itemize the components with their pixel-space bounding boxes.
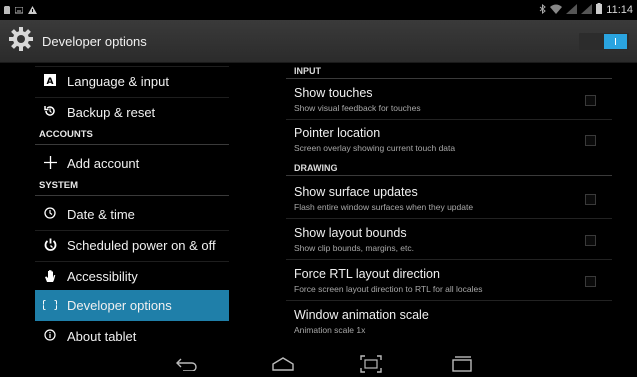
status-icons-left xyxy=(4,1,37,19)
header-item-label: Developer options xyxy=(67,298,172,313)
clock-icon xyxy=(41,207,59,222)
bluetooth-icon xyxy=(539,1,547,19)
settings-gear-icon[interactable] xyxy=(8,26,34,57)
pref-summary: Animation scale 1x xyxy=(294,325,366,335)
signal-icon xyxy=(581,1,593,19)
header-item-date-time[interactable]: Date & time xyxy=(35,199,229,230)
braces-icon: { } xyxy=(40,298,60,313)
screenshot-icon[interactable] xyxy=(356,353,386,375)
pref-title: Force RTL layout direction xyxy=(294,267,440,281)
back-icon[interactable] xyxy=(172,353,202,375)
developer-options-list: INPUT Show touches Show visual feedback … xyxy=(286,63,612,350)
pref-summary: Screen overlay showing current touch dat… xyxy=(294,143,456,153)
warning-icon xyxy=(28,1,37,19)
clock-time: 11:14 xyxy=(606,4,633,16)
pref-summary: Flash entire window surfaces when they u… xyxy=(294,202,474,212)
force-rtl-checkbox[interactable] xyxy=(585,276,596,287)
header-item-scheduled-power[interactable]: Scheduled power on & off xyxy=(35,230,229,261)
pref-summary: Show clip bounds, margins, etc. xyxy=(294,243,415,253)
pref-show-touches[interactable]: Show touches Show visual feedback for to… xyxy=(286,80,612,120)
settings-headers-list: A Language & input Backup & reset ACCOUN… xyxy=(0,63,234,350)
info-icon xyxy=(41,329,59,344)
header-item-language[interactable]: A Language & input xyxy=(35,66,229,97)
backup-icon xyxy=(41,105,59,120)
section-header-input: INPUT xyxy=(286,63,612,79)
status-bar: 11:14 xyxy=(0,0,637,20)
developer-options-toggle[interactable] xyxy=(579,33,629,50)
language-icon: A xyxy=(41,74,59,89)
section-header-accounts: ACCOUNTS xyxy=(35,125,229,145)
sd-card-icon xyxy=(4,1,10,19)
navigation-bar xyxy=(0,350,637,377)
svg-text:A: A xyxy=(47,77,54,86)
pref-show-layout-bounds[interactable]: Show layout bounds Show clip bounds, mar… xyxy=(286,220,612,260)
pref-force-rtl[interactable]: Force RTL layout direction Force screen … xyxy=(286,261,612,301)
pref-title: Show surface updates xyxy=(294,185,418,199)
section-header-drawing: DRAWING xyxy=(286,160,612,176)
keyboard-icon xyxy=(14,1,24,19)
header-item-label: Accessibility xyxy=(67,269,138,284)
header-item-label: Language & input xyxy=(67,74,169,89)
header-item-add-account[interactable]: Add account xyxy=(35,148,229,179)
power-schedule-icon xyxy=(41,238,59,254)
toggle-thumb xyxy=(604,34,627,49)
header-item-label: Scheduled power on & off xyxy=(67,238,216,253)
pointer-location-checkbox[interactable] xyxy=(585,135,596,146)
page-title: Developer options xyxy=(42,33,147,49)
header-item-label: Add account xyxy=(67,156,140,171)
show-touches-checkbox[interactable] xyxy=(585,95,596,106)
recent-apps-icon[interactable] xyxy=(447,353,477,375)
pref-title: Show touches xyxy=(294,86,373,100)
status-icons-right: 11:14 xyxy=(539,1,633,19)
show-surface-updates-checkbox[interactable] xyxy=(585,194,596,205)
home-icon[interactable] xyxy=(268,353,298,375)
header-item-backup[interactable]: Backup & reset xyxy=(35,97,229,128)
pref-pointer-location[interactable]: Pointer location Screen overlay showing … xyxy=(286,120,612,160)
battery-icon xyxy=(596,1,603,19)
header-item-developer-options[interactable]: { } Developer options xyxy=(35,290,229,321)
pref-summary: Show visual feedback for touches xyxy=(294,103,421,113)
svg-text:{ }: { } xyxy=(43,298,57,310)
action-bar: Developer options xyxy=(0,20,637,63)
header-item-label: Backup & reset xyxy=(67,105,156,120)
header-item-label: About tablet xyxy=(67,329,137,344)
pref-summary: Force screen layout direction to RTL for… xyxy=(294,284,483,294)
hand-icon xyxy=(41,269,59,285)
section-header-system: SYSTEM xyxy=(35,176,229,196)
pref-title: Show layout bounds xyxy=(294,226,407,240)
pref-window-animation-scale[interactable]: Window animation scale Animation scale 1… xyxy=(286,302,612,342)
pref-title: Window animation scale xyxy=(294,308,429,322)
pref-title: Pointer location xyxy=(294,126,381,140)
pref-show-surface-updates[interactable]: Show surface updates Flash entire window… xyxy=(286,179,612,219)
header-item-label: Date & time xyxy=(67,207,135,222)
header-item-accessibility[interactable]: Accessibility xyxy=(35,261,229,292)
signal-icon xyxy=(566,1,578,19)
header-item-about-tablet[interactable]: About tablet xyxy=(35,321,229,352)
add-icon xyxy=(41,155,59,172)
show-layout-bounds-checkbox[interactable] xyxy=(585,235,596,246)
wifi-icon xyxy=(550,1,563,19)
